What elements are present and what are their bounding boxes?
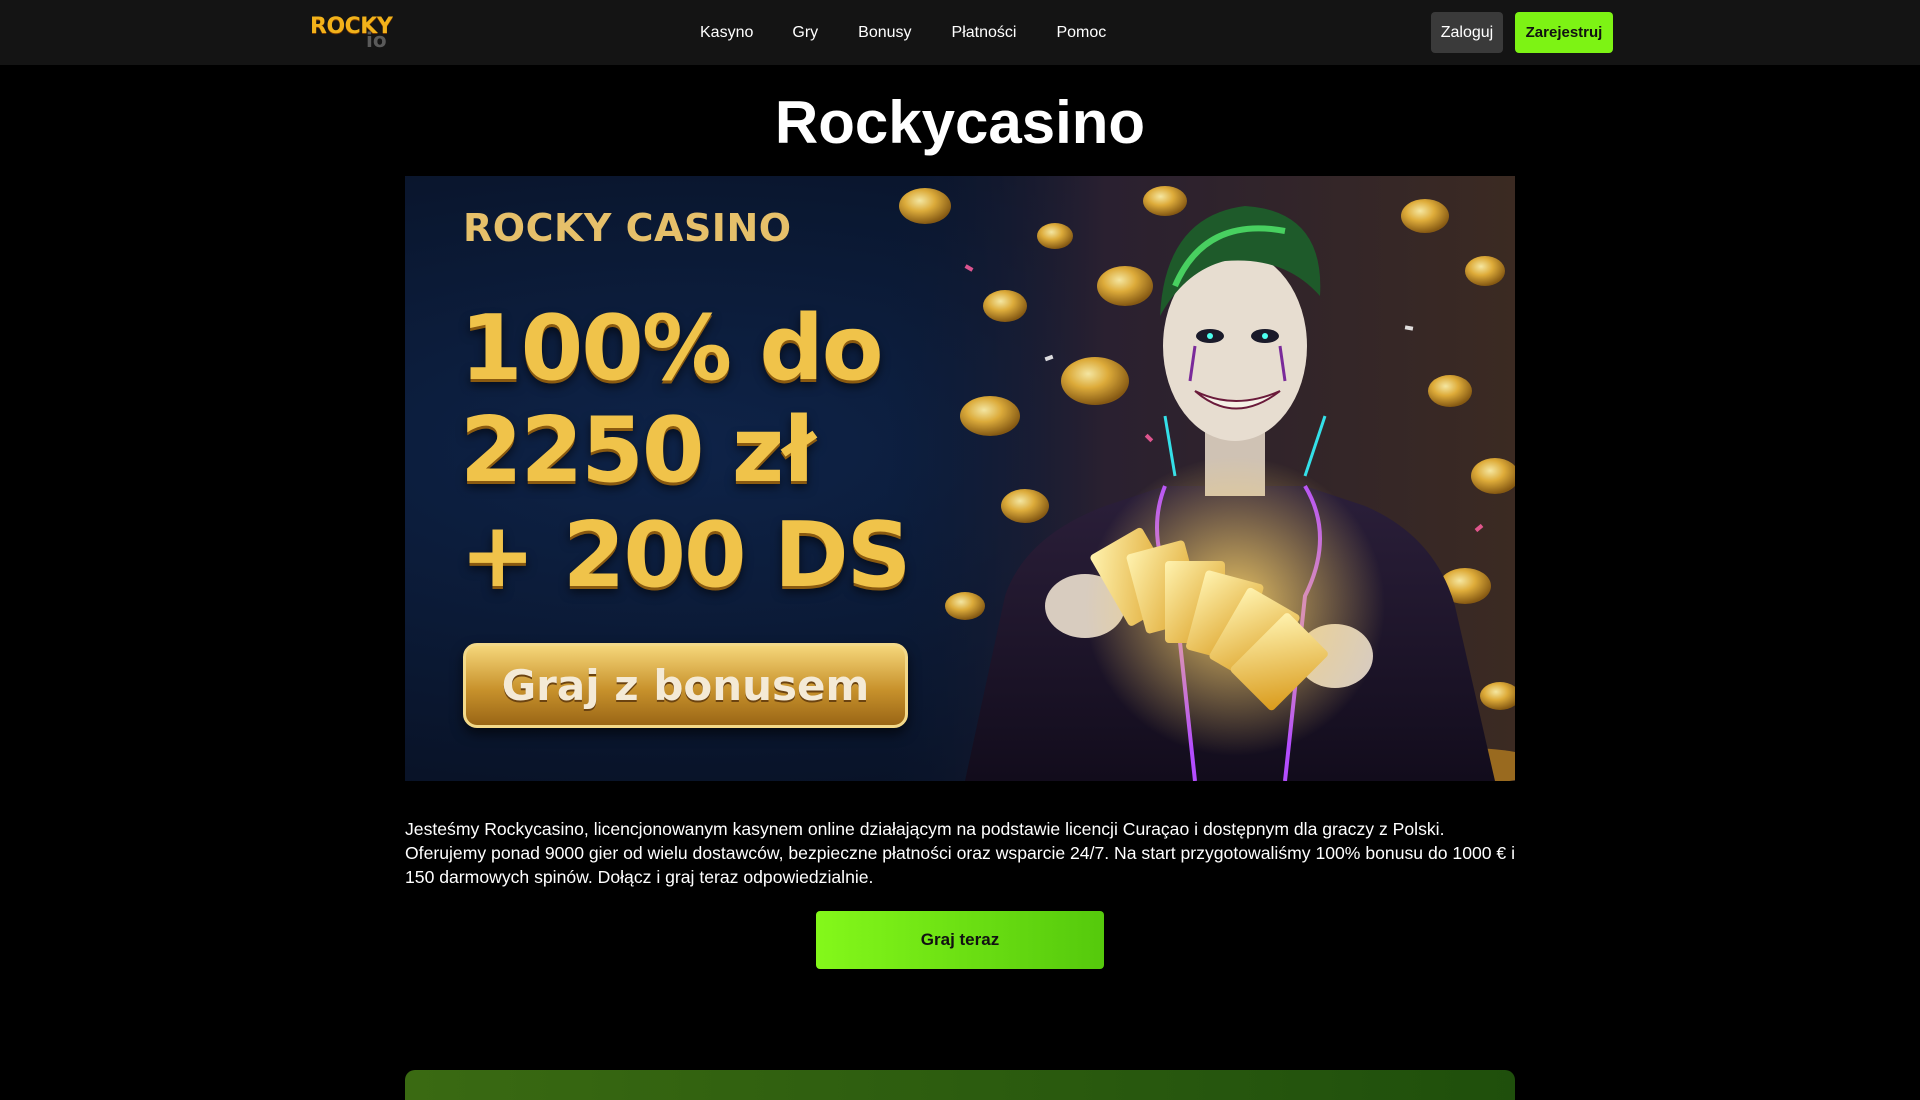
main-nav: Kasyno Gry Bonusy Płatności Pomoc — [700, 0, 1146, 65]
play-now-button[interactable]: Graj teraz — [816, 911, 1104, 969]
intro-text: Jesteśmy Rockycasino, licencjonowanym ka… — [405, 819, 1516, 887]
nav-item-gry[interactable]: Gry — [792, 24, 818, 42]
site-logo[interactable]: ROCKY io — [310, 12, 393, 52]
nav-item-kasyno[interactable]: Kasyno — [700, 24, 753, 42]
page-title: Rockycasino — [774, 89, 1146, 156]
promo-banner[interactable]: ROCKY CASINO 100% do 2250 zł + 200 DS Gr… — [405, 176, 1515, 781]
next-section-edge — [405, 1070, 1515, 1100]
nav-item-pomoc[interactable]: Pomoc — [1056, 24, 1106, 42]
banner-offer-line1: 100% do — [460, 296, 884, 401]
top-header: ROCKY io Kasyno Gry Bonusy Płatności Pom… — [0, 0, 1920, 65]
login-button[interactable]: Zaloguj — [1431, 12, 1503, 53]
nav-item-bonusy[interactable]: Bonusy — [858, 24, 911, 42]
nav-item-platnosci[interactable]: Płatności — [952, 24, 1017, 42]
banner-offer-line2: 2250 zł — [460, 398, 816, 503]
banner-brand: ROCKY CASINO — [463, 206, 792, 250]
register-button[interactable]: Zarejestruj — [1515, 12, 1613, 53]
banner-bonus-button[interactable]: Graj z bonusem — [463, 643, 908, 728]
banner-offer-line3: + 200 DS — [460, 503, 911, 608]
logo-suffix: io — [366, 28, 387, 52]
